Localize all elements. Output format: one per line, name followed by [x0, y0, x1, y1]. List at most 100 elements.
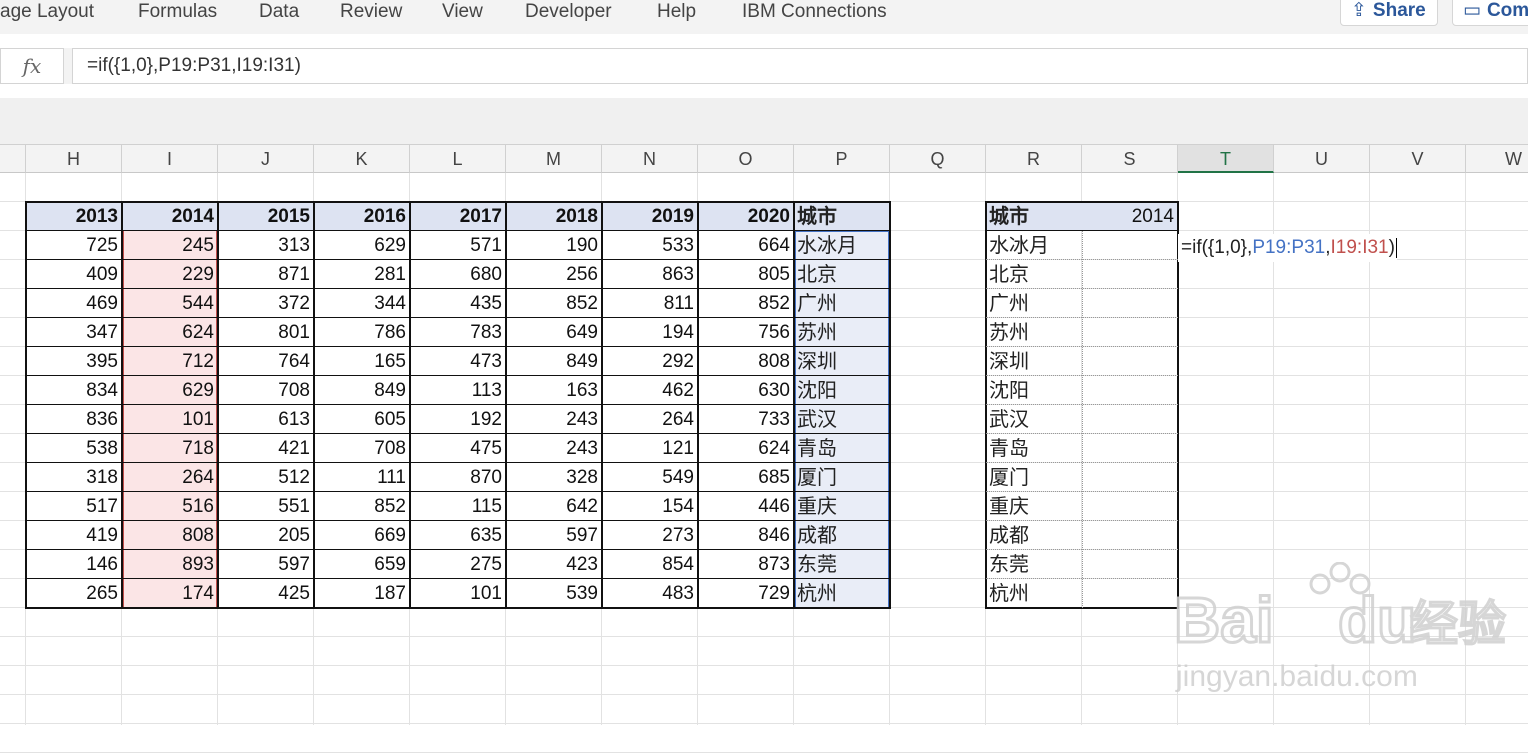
column-header-i[interactable]: I — [122, 145, 218, 173]
table-cell[interactable]: 873 — [698, 550, 794, 579]
table-cell[interactable]: 664 — [698, 231, 794, 260]
right-value-cell[interactable] — [1082, 347, 1178, 376]
right-city-cell[interactable]: 北京 — [986, 260, 1082, 289]
table-cell[interactable]: 146 — [26, 550, 122, 579]
table-cell[interactable]: 893 — [122, 550, 218, 579]
table-cell[interactable]: 605 — [314, 405, 410, 434]
table-header-cell[interactable]: 2018 — [506, 202, 602, 231]
table-cell[interactable]: 483 — [602, 579, 698, 608]
column-header-v[interactable]: V — [1370, 145, 1466, 173]
table-cell[interactable]: 北京 — [794, 260, 890, 289]
table-cell[interactable]: 462 — [602, 376, 698, 405]
table-cell[interactable]: 597 — [506, 521, 602, 550]
tab-page-layout[interactable]: age Layout — [0, 0, 94, 26]
table-cell[interactable]: 115 — [410, 492, 506, 521]
table-cell[interactable]: 174 — [122, 579, 218, 608]
formula-input[interactable]: =if({1,0},P19:P31,I19:I31) — [72, 48, 1528, 84]
table-cell[interactable]: 190 — [506, 231, 602, 260]
table-cell[interactable]: 318 — [26, 463, 122, 492]
table-header-cell[interactable]: 2017 — [410, 202, 506, 231]
table-cell[interactable]: 苏州 — [794, 318, 890, 347]
table-cell[interactable]: 811 — [602, 289, 698, 318]
table-cell[interactable]: 539 — [506, 579, 602, 608]
table-header-cell[interactable]: 2020 — [698, 202, 794, 231]
column-header-p[interactable]: P — [794, 145, 890, 173]
column-header-q[interactable]: Q — [890, 145, 986, 173]
right-value-cell[interactable] — [1082, 376, 1178, 405]
table-cell[interactable]: 243 — [506, 434, 602, 463]
table-cell[interactable]: 786 — [314, 318, 410, 347]
table-cell[interactable]: 708 — [218, 376, 314, 405]
table-cell[interactable]: 275 — [410, 550, 506, 579]
table-cell[interactable]: 659 — [314, 550, 410, 579]
table-cell[interactable]: 512 — [218, 463, 314, 492]
table-cell[interactable]: 421 — [218, 434, 314, 463]
tab-developer[interactable]: Developer — [525, 0, 612, 26]
table-cell[interactable]: 685 — [698, 463, 794, 492]
tab-view[interactable]: View — [442, 0, 483, 26]
right-city-cell[interactable]: 广州 — [986, 289, 1082, 318]
right-city-cell[interactable]: 苏州 — [986, 318, 1082, 347]
right-city-cell[interactable]: 武汉 — [986, 405, 1082, 434]
table-cell[interactable]: 597 — [218, 550, 314, 579]
right-value-cell[interactable] — [1082, 550, 1178, 579]
tab-formulas[interactable]: Formulas — [138, 0, 217, 26]
column-header-m[interactable]: M — [506, 145, 602, 173]
table-cell[interactable]: 729 — [698, 579, 794, 608]
table-cell[interactable]: 517 — [26, 492, 122, 521]
select-all-corner[interactable] — [0, 145, 26, 173]
table-cell[interactable]: 756 — [698, 318, 794, 347]
column-header-u[interactable]: U — [1274, 145, 1370, 173]
table-cell[interactable]: 446 — [698, 492, 794, 521]
right-city-cell[interactable]: 成都 — [986, 521, 1082, 550]
column-header-o[interactable]: O — [698, 145, 794, 173]
right-city-cell[interactable]: 青岛 — [986, 434, 1082, 463]
table-cell[interactable]: 厦门 — [794, 463, 890, 492]
table-cell[interactable]: 549 — [602, 463, 698, 492]
right-value-cell[interactable] — [1082, 492, 1178, 521]
table-cell[interactable]: 372 — [218, 289, 314, 318]
table-cell[interactable]: 347 — [26, 318, 122, 347]
table-cell[interactable]: 192 — [410, 405, 506, 434]
right-value-cell[interactable] — [1082, 260, 1178, 289]
table-header-cell[interactable]: 2015 — [218, 202, 314, 231]
insert-function-icon[interactable]: fx — [0, 48, 64, 84]
table-cell[interactable]: 849 — [506, 347, 602, 376]
right-city-cell[interactable]: 重庆 — [986, 492, 1082, 521]
right-value-cell[interactable] — [1082, 289, 1178, 318]
tab-help[interactable]: Help — [657, 0, 696, 26]
table-cell[interactable]: 165 — [314, 347, 410, 376]
table-cell[interactable]: 630 — [698, 376, 794, 405]
table-cell[interactable]: 273 — [602, 521, 698, 550]
table-cell[interactable]: 243 — [506, 405, 602, 434]
table-cell[interactable]: 154 — [602, 492, 698, 521]
right-value-cell[interactable] — [1082, 521, 1178, 550]
table-cell[interactable]: 808 — [122, 521, 218, 550]
table-cell[interactable]: 328 — [506, 463, 602, 492]
table-cell[interactable]: 青岛 — [794, 434, 890, 463]
table-cell[interactable]: 871 — [218, 260, 314, 289]
right-value-cell[interactable] — [1082, 434, 1178, 463]
table-cell[interactable]: 834 — [26, 376, 122, 405]
table-cell[interactable]: 538 — [26, 434, 122, 463]
table-cell[interactable]: 256 — [506, 260, 602, 289]
table-cell[interactable]: 409 — [26, 260, 122, 289]
table-cell[interactable]: 718 — [122, 434, 218, 463]
table-cell[interactable]: 669 — [314, 521, 410, 550]
table-cell[interactable]: 712 — [122, 347, 218, 376]
right-city-cell[interactable]: 杭州 — [986, 579, 1082, 608]
table-cell[interactable]: 764 — [218, 347, 314, 376]
table-cell[interactable]: 101 — [122, 405, 218, 434]
table-cell[interactable]: 沈阳 — [794, 376, 890, 405]
table-cell[interactable]: 重庆 — [794, 492, 890, 521]
right-city-cell[interactable]: 沈阳 — [986, 376, 1082, 405]
table-cell[interactable]: 801 — [218, 318, 314, 347]
table-cell[interactable]: 571 — [410, 231, 506, 260]
share-button[interactable]: ⇪ Share — [1340, 0, 1438, 26]
table-cell[interactable]: 852 — [506, 289, 602, 318]
table-cell[interactable]: 广州 — [794, 289, 890, 318]
table-header-cell[interactable]: 2014 — [122, 202, 218, 231]
column-header-k[interactable]: K — [314, 145, 410, 173]
table-cell[interactable]: 469 — [26, 289, 122, 318]
table-cell[interactable]: 629 — [314, 231, 410, 260]
